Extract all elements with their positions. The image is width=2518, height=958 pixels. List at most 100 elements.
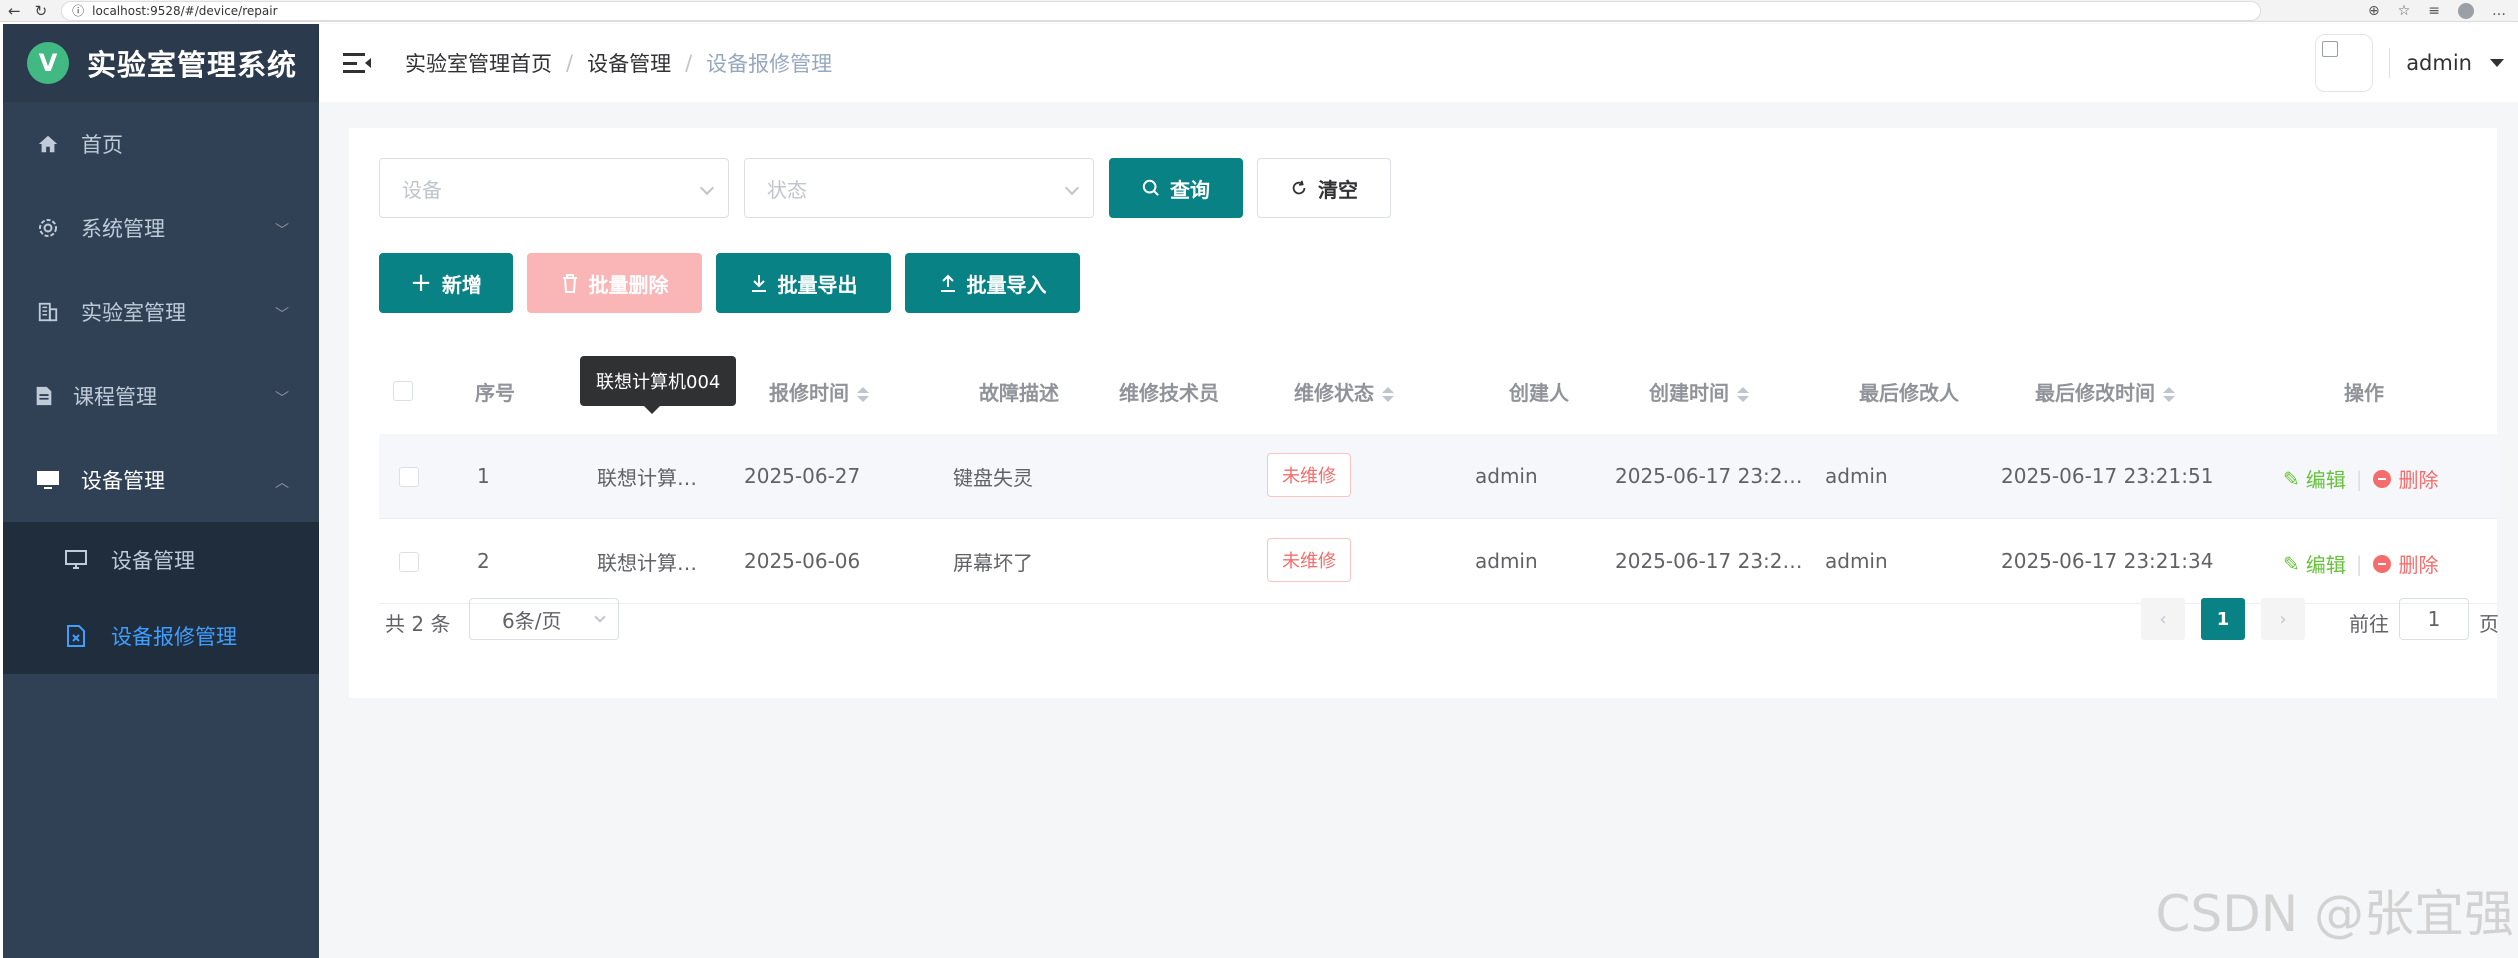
monitor-outline-icon (63, 547, 89, 573)
row-modifier: admin (1825, 549, 1888, 573)
device-select[interactable]: 设备 (379, 158, 729, 218)
search-icon (1142, 179, 1159, 196)
status-select[interactable]: 状态 (744, 158, 1094, 218)
col-repair-time-label: 报修时间 (769, 380, 849, 405)
sidebar-item-lab[interactable]: 实验室管理 ﹀ (3, 270, 319, 354)
sort-icon[interactable] (857, 386, 869, 402)
col-modified-at[interactable]: 最后修改时间 (2035, 377, 2175, 406)
clear-button[interactable]: 清空 (1257, 158, 1391, 218)
batch-import-button[interactable]: 批量导入 (905, 253, 1080, 313)
breadcrumb-separator: / (685, 51, 693, 75)
broken-image-icon (2322, 41, 2339, 57)
remove-icon (2372, 469, 2391, 488)
reload-icon[interactable]: ↻ (35, 2, 48, 20)
hamburger-icon[interactable] (343, 50, 371, 76)
edit-button[interactable]: 编辑 (2306, 464, 2346, 493)
sidebar-item-device[interactable]: 设备管理 ︿ (3, 438, 319, 522)
col-status[interactable]: 维修状态 (1294, 377, 1394, 406)
caret-down-icon[interactable] (2490, 59, 2504, 67)
add-button-label: 新增 (441, 272, 482, 297)
chevron-down-icon (699, 180, 715, 196)
tooltip-text: 联想计算机004 (596, 372, 721, 393)
clear-button-label: 清空 (1318, 177, 1358, 202)
user-name[interactable]: admin (2406, 51, 2472, 75)
sort-icon[interactable] (1382, 386, 1394, 402)
sort-icon[interactable] (2163, 386, 2175, 402)
back-icon[interactable]: ← (8, 2, 21, 20)
chevron-down-icon: ﹀ (275, 307, 289, 323)
col-actions: 操作 (2344, 380, 2384, 405)
sidebar-item-label: 首页 (81, 133, 123, 157)
edit-icon: ✎ (2283, 466, 2300, 491)
submenu-device: 设备管理 设备报修管理 (3, 522, 319, 674)
row-checkbox[interactable] (399, 467, 419, 487)
col-created-at[interactable]: 创建时间 (1649, 377, 1749, 406)
favorites-icon[interactable]: ≡ (2428, 3, 2440, 19)
more-icon[interactable]: … (2492, 3, 2506, 19)
refresh-icon (1292, 180, 1306, 195)
row-modifier: admin (1825, 464, 1888, 488)
chevron-up-icon: ︿ (275, 475, 289, 491)
batch-import-label: 批量导入 (966, 272, 1047, 297)
prev-page-button[interactable]: ‹ (2141, 598, 2185, 640)
sidebar-subitem-label: 设备管理 (111, 549, 195, 573)
url-text: localhost:9528/#/device/repair (92, 3, 278, 18)
row-device[interactable]: 联想计算… (597, 547, 697, 576)
star-icon[interactable]: ☆ (2398, 3, 2411, 19)
batch-export-button[interactable]: 批量导出 (716, 253, 891, 313)
top-navbar: 实验室管理首页 / 设备管理 / 设备报修管理 admin (319, 24, 2518, 102)
next-page-button[interactable]: › (2261, 598, 2305, 640)
chevron-down-icon: ﹀ (275, 223, 289, 239)
trash-icon (562, 274, 577, 293)
device-tooltip: 联想计算机004 (580, 356, 737, 414)
goto-page-input[interactable]: 1 (2399, 598, 2469, 640)
select-all-checkbox[interactable] (393, 381, 413, 401)
breadcrumb-item-device[interactable]: 设备管理 (587, 48, 671, 78)
device-select-placeholder: 设备 (402, 177, 442, 202)
user-menu[interactable]: admin (2315, 34, 2504, 92)
download-icon (751, 275, 766, 292)
col-description: 故障描述 (979, 380, 1059, 405)
sidebar-subitem-label: 设备报修管理 (111, 625, 237, 649)
sidebar-item-system[interactable]: 系统管理 ﹀ (3, 186, 319, 270)
breadcrumb-item-current: 设备报修管理 (706, 52, 833, 76)
divider (2389, 48, 2391, 78)
sort-icon[interactable] (1737, 386, 1749, 402)
page-number-button[interactable]: 1 (2201, 598, 2245, 640)
zoom-icon[interactable]: ⊕ (2368, 3, 2380, 19)
sidebar-item-home[interactable]: 首页 (3, 102, 319, 186)
app-title: 实验室管理系统 (87, 48, 298, 82)
sidebar-item-course[interactable]: 课程管理 ﹀ (3, 354, 319, 438)
batch-delete-button[interactable]: 批量删除 (527, 253, 702, 313)
breadcrumb-item-home[interactable]: 实验室管理首页 (405, 48, 552, 78)
row-checkbox[interactable] (399, 552, 419, 572)
watermark: CSDN @张宜强 (2155, 885, 2514, 943)
address-bar[interactable]: ⓘ localhost:9528/#/device/repair (61, 0, 2262, 21)
delete-button[interactable]: 删除 (2399, 464, 2439, 493)
content-card: 设备 状态 查询 清空 + 新增 批量删除 批量导出 批量导入 序号 报修时间 … (349, 128, 2499, 698)
col-repair-time[interactable]: 报修时间 (769, 377, 869, 406)
col-index: 序号 (475, 380, 515, 405)
col-modified-at-label: 最后修改时间 (2035, 380, 2155, 405)
table-row[interactable]: 2 联想计算… 2025-06-06 屏幕坏了 未维修 admin 2025-0… (379, 519, 2497, 604)
edit-button[interactable]: 编辑 (2306, 549, 2346, 578)
browser-toolbar: ← ↻ ⓘ localhost:9528/#/device/repair ⊕ ☆… (0, 0, 2518, 22)
action-separator: | (2355, 466, 2363, 491)
row-index: 1 (477, 464, 490, 488)
add-button[interactable]: + 新增 (379, 253, 513, 313)
row-created-at: 2025-06-17 23:2… (1615, 549, 1803, 573)
sidebar-subitem-device-management[interactable]: 设备管理 (3, 522, 319, 598)
page-size-select[interactable]: 6条/页 (469, 598, 619, 640)
sidebar: V 实验室管理系统 首页 系统管理 ﹀ 实验室管理 ﹀ 课程管理 ﹀ 设备管理 (3, 24, 319, 958)
profile-icon[interactable] (2458, 2, 2474, 19)
row-creator: admin (1475, 549, 1538, 573)
avatar[interactable] (2315, 34, 2374, 92)
status-select-placeholder: 状态 (767, 177, 807, 202)
query-button[interactable]: 查询 (1109, 158, 1243, 218)
row-actions: ✎ 编辑 | 删除 (2283, 464, 2439, 493)
delete-button[interactable]: 删除 (2399, 549, 2439, 578)
table-row[interactable]: 1 联想计算… 2025-06-27 键盘失灵 未维修 admin 2025-0… (379, 434, 2497, 519)
row-device[interactable]: 联想计算… (597, 462, 697, 491)
sidebar-subitem-device-repair[interactable]: 设备报修管理 (3, 598, 319, 674)
col-technician: 维修技术员 (1119, 380, 1219, 405)
